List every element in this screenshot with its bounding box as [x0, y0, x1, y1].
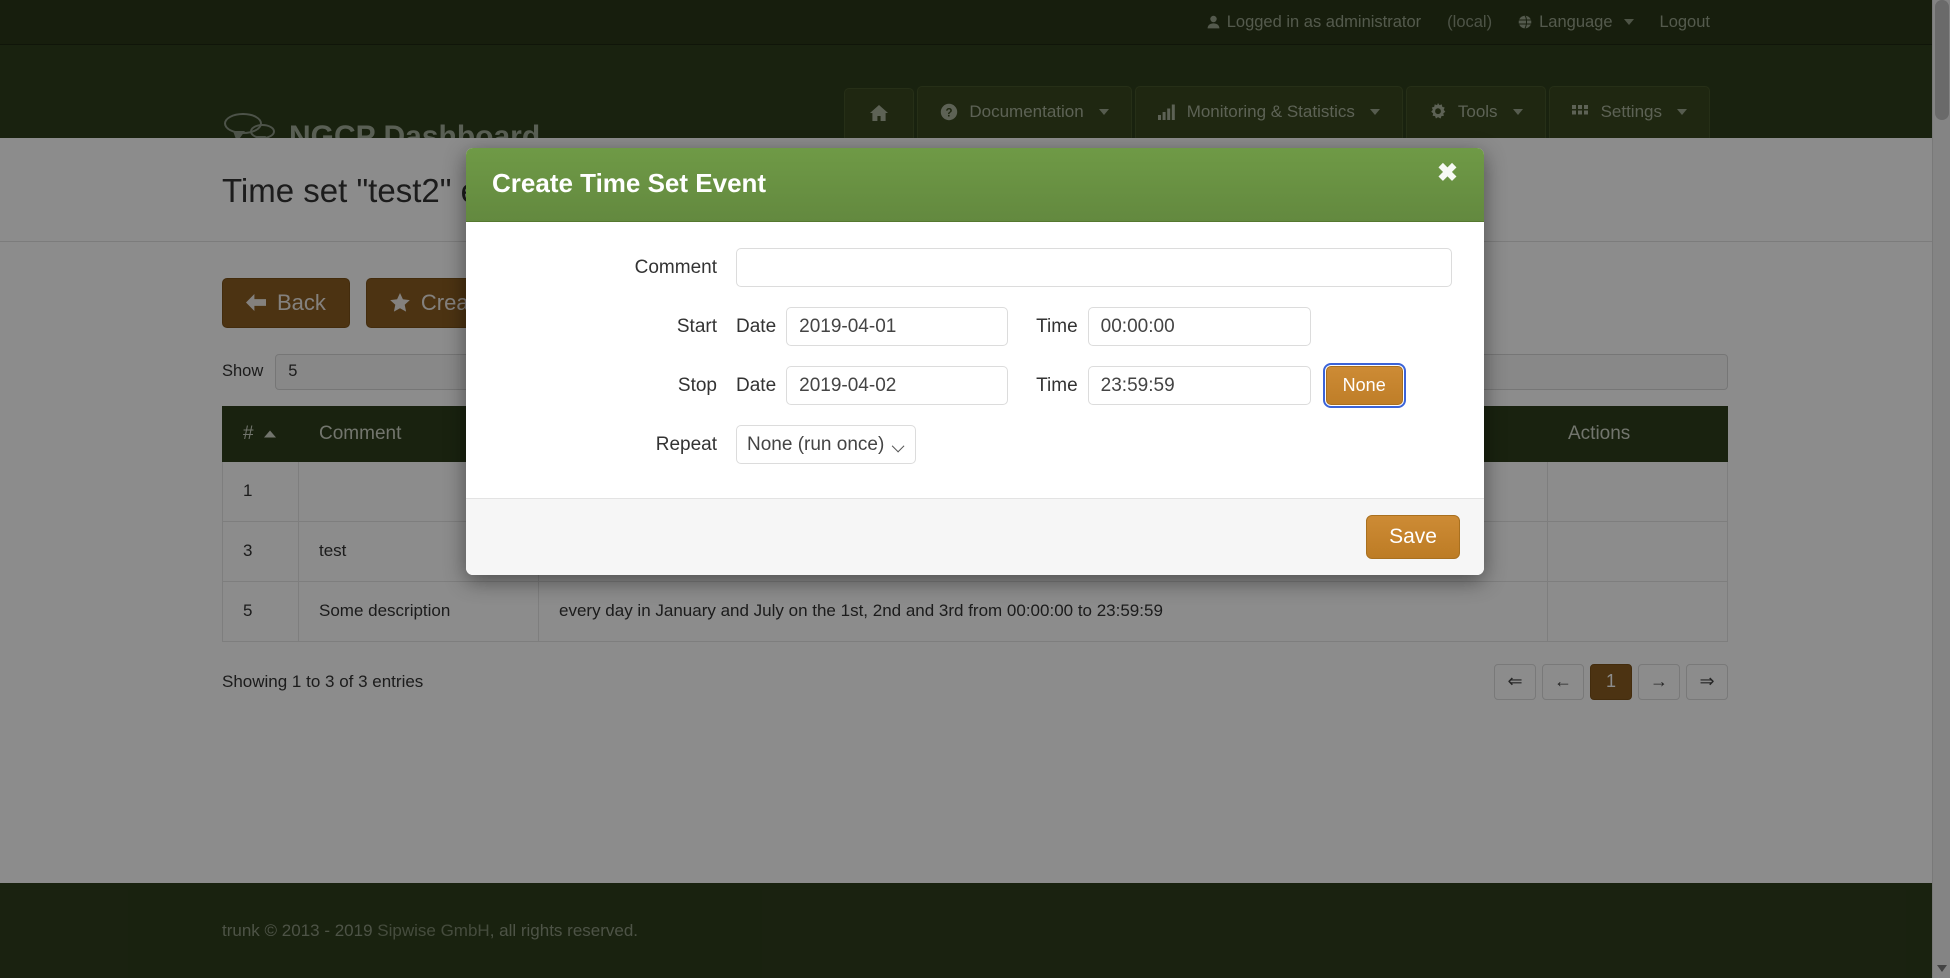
create-time-set-event-modal: Create Time Set Event ✖ Comment Start Da…	[466, 148, 1484, 575]
start-label: Start	[482, 316, 736, 338]
start-time-input[interactable]	[1088, 307, 1311, 346]
start-date-input[interactable]	[786, 307, 1008, 346]
stop-date-label: Date	[736, 375, 786, 397]
stop-date-input[interactable]	[786, 366, 1008, 405]
comment-input[interactable]	[736, 248, 1452, 287]
repeat-select[interactable]: None (run once)	[736, 425, 916, 464]
repeat-select-wrap: None (run once)	[736, 425, 916, 464]
close-icon[interactable]: ✖	[1431, 160, 1464, 187]
stop-label: Stop	[482, 375, 736, 397]
stop-field-row: Stop Date Time None	[482, 366, 1468, 405]
save-button[interactable]: Save	[1366, 515, 1460, 559]
modal-body: Comment Start Date Time Stop Date Time N…	[466, 222, 1484, 498]
stop-none-button[interactable]: None	[1326, 366, 1403, 405]
repeat-field-row: Repeat None (run once)	[482, 425, 1468, 464]
start-date-label: Date	[736, 316, 786, 338]
start-time-label: Time	[1036, 316, 1088, 338]
stop-time-label: Time	[1036, 375, 1088, 397]
modal-footer: Save	[466, 498, 1484, 575]
comment-label: Comment	[482, 257, 736, 279]
repeat-label: Repeat	[482, 434, 736, 456]
comment-field-row: Comment	[482, 248, 1468, 287]
modal-title: Create Time Set Event	[492, 168, 1458, 199]
modal-header: Create Time Set Event ✖	[466, 148, 1484, 222]
start-field-row: Start Date Time	[482, 307, 1468, 346]
stop-time-input[interactable]	[1088, 366, 1311, 405]
